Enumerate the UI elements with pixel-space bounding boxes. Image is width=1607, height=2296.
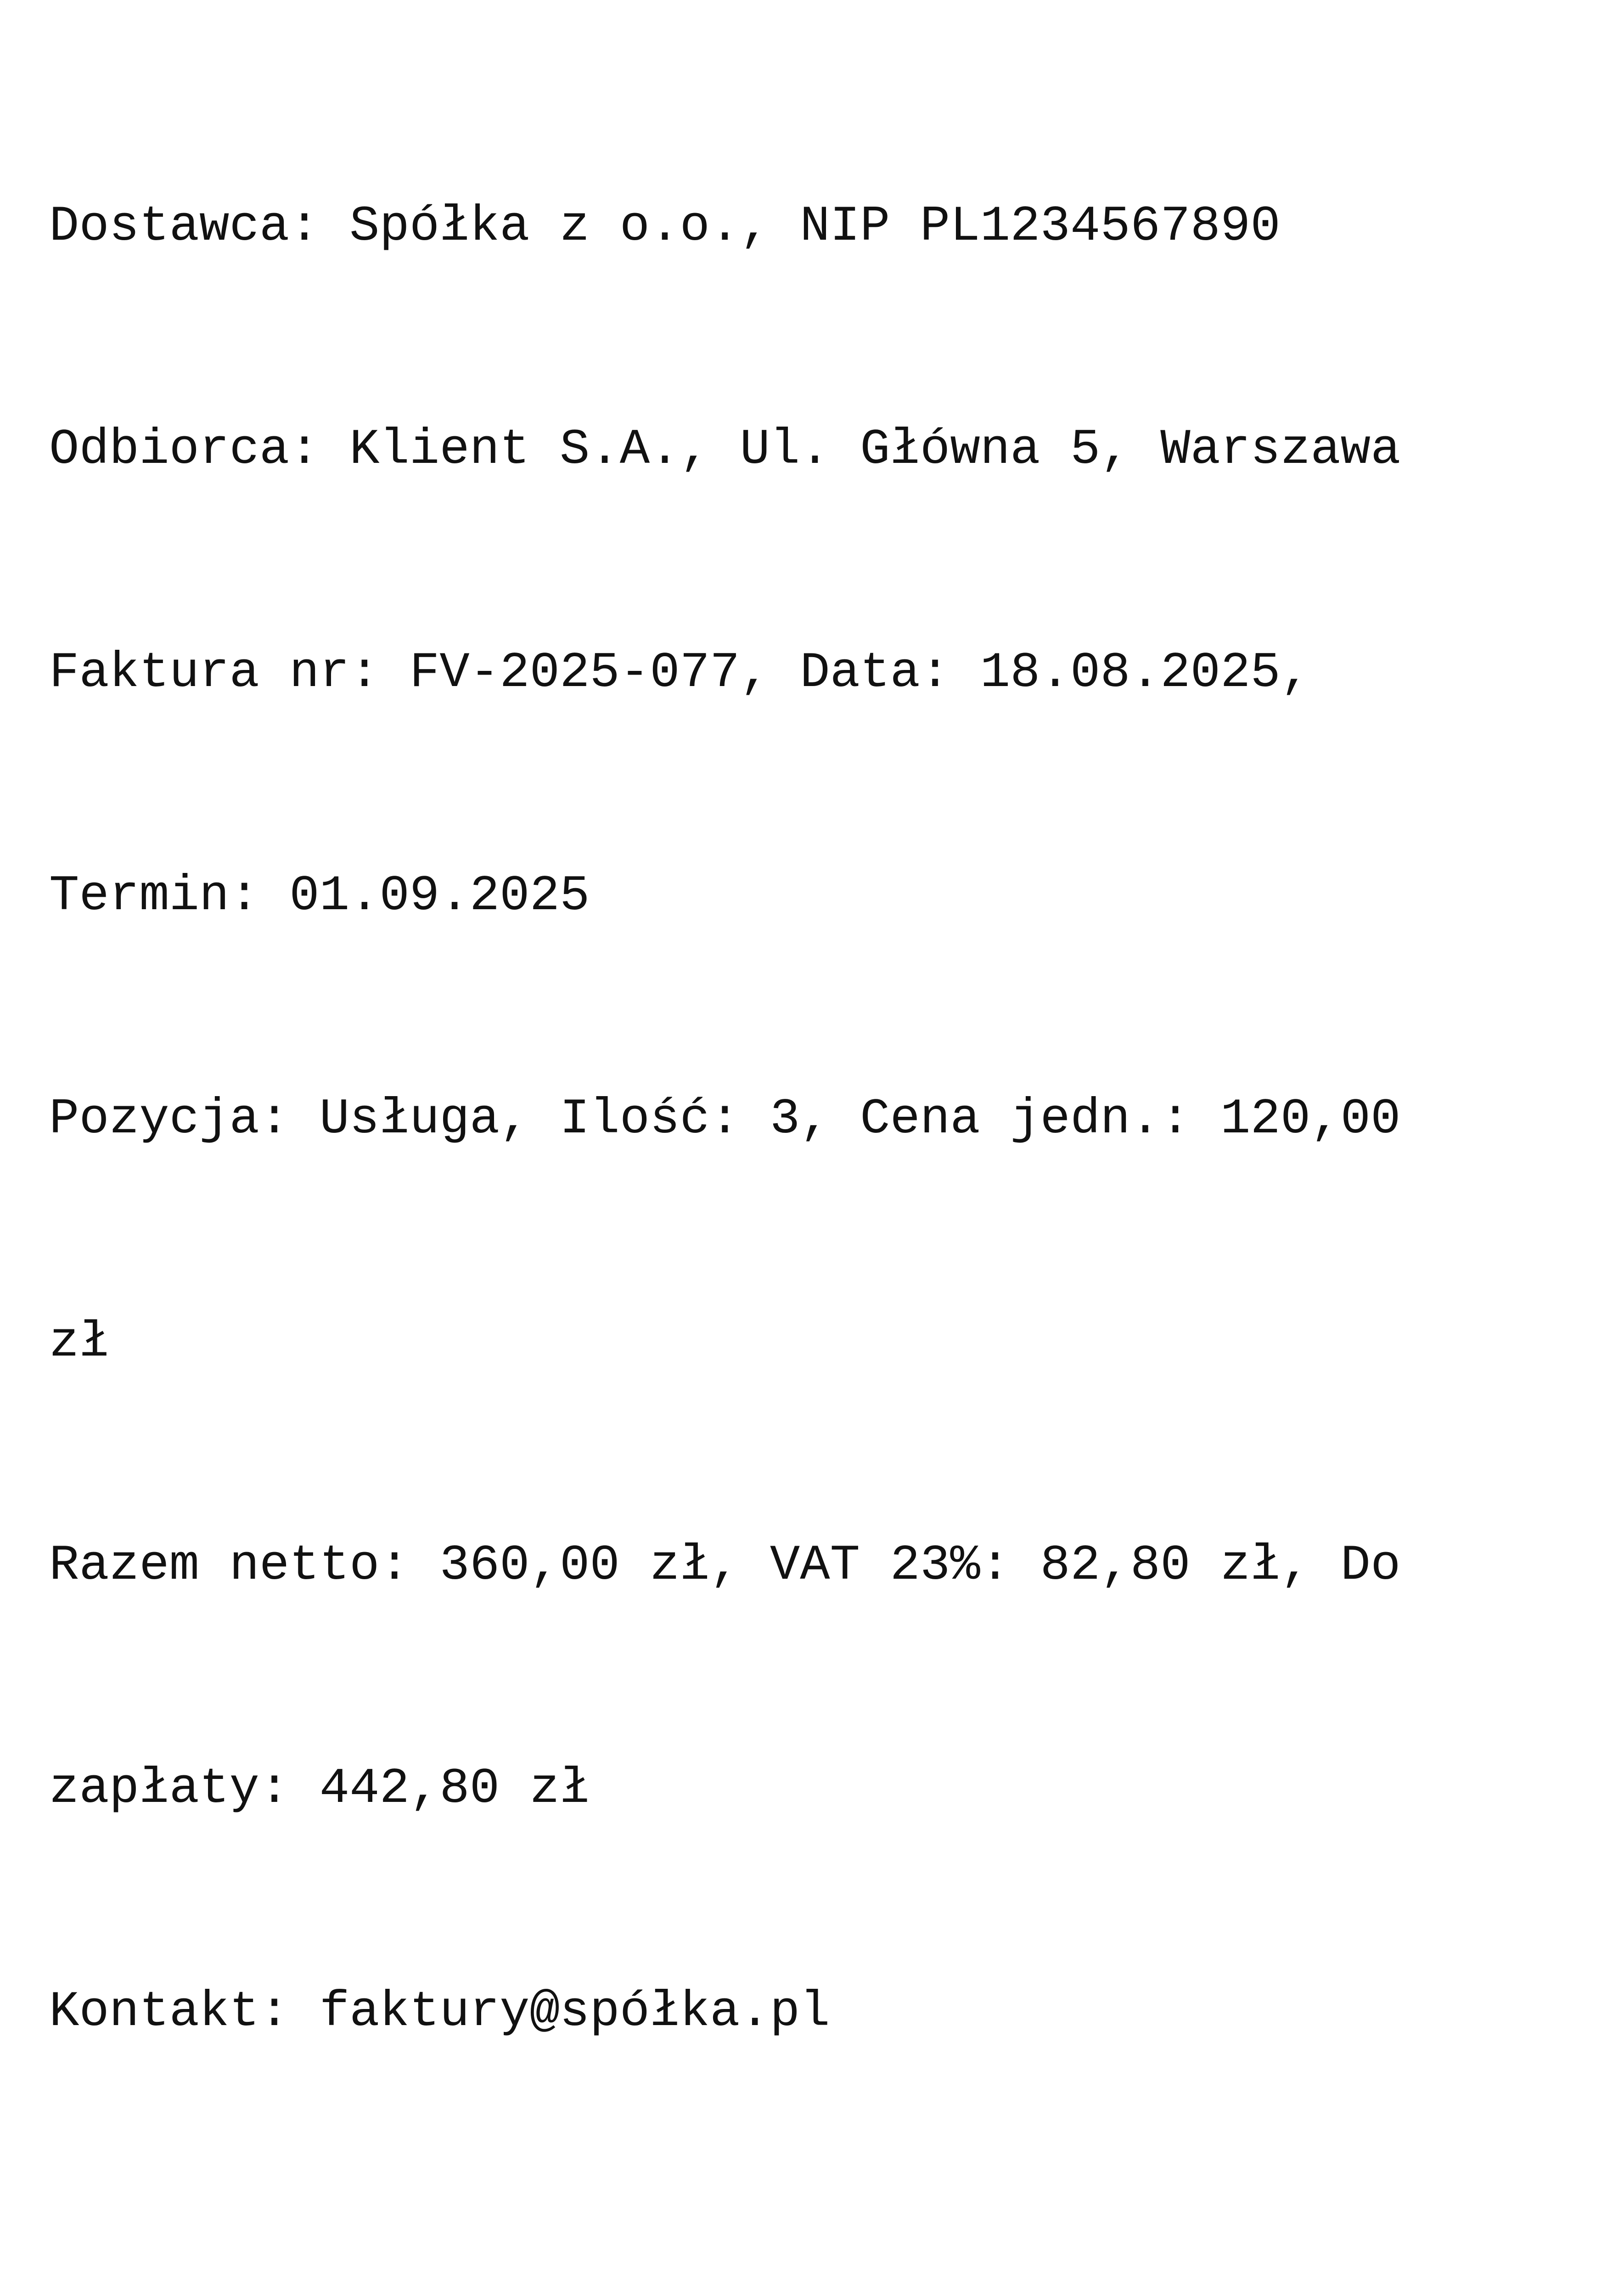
totals-line: Razem netto: 360,00 zł, VAT 23%: 82,80 z… — [49, 1537, 1401, 1594]
supplier-line: Dostawca: Spółka z o.o., NIP PL123456789… — [49, 198, 1281, 255]
totals-line-continued: zapłaty: 442,80 zł — [49, 1760, 590, 1817]
document-page: Dostawca: Spółka z o.o., NIP PL123456789… — [0, 0, 1607, 2296]
invoice-number-date-line: Faktura nr: FV-2025-077, Data: 18.08.202… — [49, 644, 1311, 701]
recipient-line: Odbiorca: Klient S.A., Ul. Główna 5, War… — [49, 421, 1401, 478]
item-line-continued: zł — [49, 1314, 109, 1371]
due-date-line: Termin: 01.09.2025 — [49, 867, 590, 924]
invoice-text: Dostawca: Spółka z o.o., NIP PL123456789… — [49, 40, 1555, 2198]
contact-line: Kontakt: faktury@spółka.pl — [49, 1983, 830, 2040]
item-line: Pozycja: Usługa, Ilość: 3, Cena jedn.: 1… — [49, 1091, 1401, 1148]
